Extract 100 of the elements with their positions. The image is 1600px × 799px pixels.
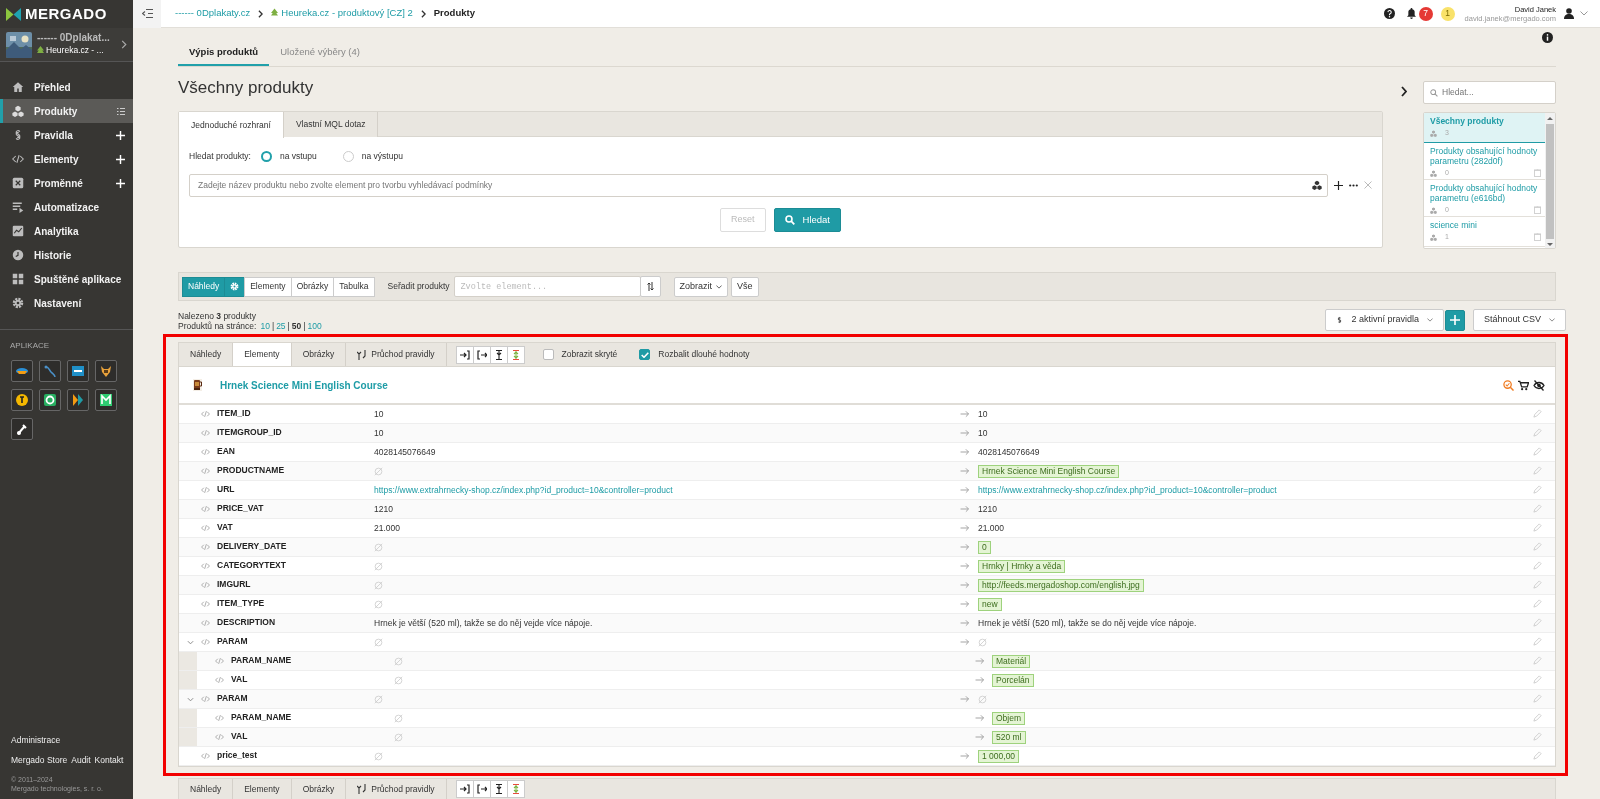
search-field[interactable]: Zadejte název produktu nebo zvolte element pro tvorbu vyhledávací podmínky xyxy=(189,173,1328,197)
breadcrumb-link[interactable]: ------ 0Dplakaty.cz xyxy=(175,6,251,21)
export-icon xyxy=(476,784,487,794)
footer-link[interactable]: Mergado Store xyxy=(11,754,68,767)
sort-icon xyxy=(646,281,654,291)
collapse-icon xyxy=(141,9,153,18)
search-input[interactable]: Hledat... xyxy=(1438,86,1538,99)
add-rule-button[interactable] xyxy=(1444,309,1465,331)
tab[interactable]: Výpis produktů xyxy=(178,40,270,66)
tool-button[interactable] xyxy=(489,345,508,364)
empty-value-icon xyxy=(394,675,403,685)
code-icon xyxy=(201,561,210,570)
download-dropdown[interactable]: Stáhnout CSV xyxy=(1472,309,1566,331)
footer-link[interactable]: Audit xyxy=(71,754,91,767)
radio-option[interactable]: na výstupu xyxy=(342,150,403,163)
search-field[interactable]: Hledat... xyxy=(1423,81,1556,104)
sidebar-item[interactable]: Historie xyxy=(0,243,133,267)
sidebar-item[interactable]: Analytika xyxy=(0,219,133,243)
app-icon[interactable] xyxy=(43,393,57,407)
sidebar-item[interactable]: Nastavení xyxy=(0,291,133,315)
sort-field[interactable]: Zvolte element... xyxy=(453,276,641,297)
tool-button[interactable] xyxy=(455,780,474,798)
alert-badge[interactable]: 1 xyxy=(1440,6,1455,21)
import-icon xyxy=(459,784,470,794)
list-icon[interactable] xyxy=(117,107,125,115)
notification-badge[interactable]: 7 xyxy=(1418,6,1433,21)
page-size-link[interactable]: 50 xyxy=(291,321,302,331)
all-button[interactable]: Vše xyxy=(731,276,759,297)
breadcrumb-current: Produkty xyxy=(433,6,475,21)
display-dropdown[interactable]: Zobrazit xyxy=(673,276,728,297)
value-text: 10 xyxy=(978,407,988,421)
code-icon xyxy=(201,751,210,760)
sidebar-item[interactable]: Spuštěné aplikace xyxy=(0,267,133,291)
tool-button[interactable] xyxy=(472,345,491,364)
caret-icon[interactable] xyxy=(1580,11,1588,16)
checkbox-option[interactable]: Rozbalit dlouhé hodnoty xyxy=(639,343,750,366)
cubes-icon xyxy=(1430,129,1437,137)
cubes-icon[interactable] xyxy=(1312,180,1322,191)
feed-link[interactable]: Heureka.cz - ... xyxy=(37,43,104,57)
separator: | xyxy=(287,321,290,331)
chevron-right-icon[interactable] xyxy=(1401,86,1407,98)
info-icon[interactable] xyxy=(1542,32,1553,43)
sidebar-item[interactable]: Proměnné xyxy=(0,171,133,195)
tab[interactable]: Jednoduché rozhraní xyxy=(179,112,284,138)
search-icon xyxy=(784,214,795,225)
code-icon xyxy=(12,153,24,165)
app-icon[interactable] xyxy=(99,364,113,378)
tab[interactable]: Vlastní MQL dotaz xyxy=(283,112,379,137)
rules-dropdown[interactable]: 2 aktivní pravidla xyxy=(1325,309,1444,331)
app-icon[interactable] xyxy=(15,422,29,436)
view-button[interactable]: Elementy xyxy=(244,276,292,297)
search-check-icon[interactable] xyxy=(1503,379,1514,391)
sidebar-item[interactable]: Elementy xyxy=(0,147,133,171)
code-icon xyxy=(201,485,210,494)
tool-button[interactable] xyxy=(455,345,474,364)
app-icon[interactable] xyxy=(99,393,113,407)
radio-option[interactable]: na vstupu xyxy=(260,150,317,163)
app-icon[interactable] xyxy=(71,393,85,407)
bell-icon[interactable] xyxy=(1406,8,1416,19)
app-icon[interactable] xyxy=(71,364,85,378)
view-button[interactable]: Obrázky xyxy=(290,276,335,297)
changed-value: Hrnky | Hrnky a věda xyxy=(978,559,1066,573)
plus-icon xyxy=(1449,314,1460,325)
sidebar-item[interactable]: Produkty xyxy=(0,99,133,123)
plus-icon[interactable] xyxy=(1334,180,1343,190)
eye-slash-icon[interactable] xyxy=(1533,379,1545,391)
user-icon[interactable] xyxy=(1564,8,1574,19)
tree-icon xyxy=(37,45,44,54)
separator: | xyxy=(271,321,275,331)
more-icon[interactable] xyxy=(1349,183,1358,187)
scrollbar[interactable] xyxy=(1545,113,1555,248)
result-count: Nalezeno 3 produkty xyxy=(178,311,257,321)
cart-icon[interactable] xyxy=(1518,379,1529,391)
section-icon xyxy=(1336,315,1344,325)
settings-button[interactable] xyxy=(224,276,246,297)
value-link[interactable]: https://www.extrahrnecky-shop.cz/index.php?id_product=10&controller=product xyxy=(978,483,1277,497)
checkbox-option[interactable]: Zobrazit skryté xyxy=(542,343,618,366)
footer-link[interactable]: Kontakt xyxy=(94,754,124,767)
value-link[interactable]: https://www.extrahrnecky-shop.cz/index.php?id_product=10&controller=product xyxy=(374,483,673,497)
changed-value: 0 xyxy=(978,540,991,554)
help-icon[interactable] xyxy=(1383,8,1395,19)
empty-value-icon xyxy=(374,580,383,590)
caret-down-icon[interactable] xyxy=(186,638,194,646)
view-button[interactable]: Tabulka xyxy=(333,276,375,297)
tab[interactable]: Elementy xyxy=(233,343,292,366)
changed-value: 1 000,00 xyxy=(978,749,1020,763)
empty-value-icon xyxy=(374,599,383,609)
admin-link[interactable]: Administrace xyxy=(11,733,133,747)
arrow-icon xyxy=(960,542,970,551)
sidebar-item[interactable]: Automatizace xyxy=(0,195,133,219)
app-icon[interactable] xyxy=(15,393,29,407)
value-text: 10 xyxy=(374,426,384,440)
sidebar-item[interactable]: Pravidla xyxy=(0,123,133,147)
chart-icon xyxy=(12,225,24,237)
sidebar-item[interactable]: Přehled xyxy=(0,75,133,99)
collapse-button[interactable] xyxy=(133,0,161,28)
search-input[interactable]: Zadejte název produktu nebo zvolte element pro tvorbu vyhledávací podmínky xyxy=(190,178,1312,192)
caret-down-icon[interactable] xyxy=(186,695,194,703)
sort-button[interactable] xyxy=(639,276,661,297)
page-title: Všechny produkty xyxy=(178,77,315,99)
